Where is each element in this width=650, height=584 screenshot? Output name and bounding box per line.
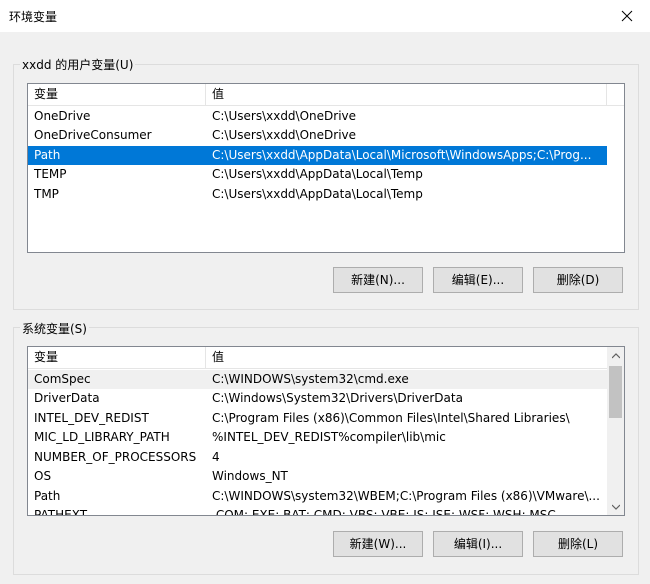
var-value: C:\Program Files (x86)\Common Files\Inte… [212, 411, 570, 425]
user-vars-list[interactable]: 变量 值 OneDrive C:\Users\xxdd\OneDrive One… [27, 83, 625, 253]
system-vars-list[interactable]: 变量 值 ComSpec C:\WINDOWS\system32\cmd.exe… [27, 346, 625, 516]
table-row-selected[interactable]: Path C:\Users\xxdd\AppData\Local\Microso… [28, 146, 607, 165]
var-value: %INTEL_DEV_REDIST%compiler\lib\mic [212, 430, 446, 444]
var-name: OneDrive [34, 109, 91, 123]
column-header-name[interactable]: 变量 [28, 347, 206, 368]
scroll-thumb[interactable] [609, 366, 622, 418]
var-name: TMP [34, 187, 59, 201]
user-vars-label: xxdd 的用户变量(U) [20, 56, 136, 73]
window-title: 环境变量 [9, 10, 58, 24]
var-value: .COM;.EXE;.BAT;.CMD;.VBS;.VBE;.JS;.JSE;.… [212, 508, 556, 516]
var-name: INTEL_DEV_REDIST [34, 411, 149, 425]
var-value: C:\Users\xxdd\AppData\Local\Temp [212, 187, 423, 201]
var-name: MIC_LD_LIBRARY_PATH [34, 430, 170, 444]
user-delete-button[interactable]: 删除(D) [533, 267, 623, 293]
var-value: C:\Windows\System32\Drivers\DriverData [212, 391, 463, 405]
chevron-down-icon [611, 504, 620, 510]
var-value: C:\WINDOWS\system32\WBEM;C:\Program File… [212, 489, 600, 503]
var-name: OS [34, 469, 52, 483]
list-header: 变量 值 [28, 84, 624, 106]
system-delete-button[interactable]: 删除(L) [533, 531, 623, 557]
table-row[interactable]: OneDriveConsumer C:\Users\xxdd\OneDrive [28, 126, 607, 145]
var-value: Windows_NT [212, 469, 288, 483]
var-name: NUMBER_OF_PROCESSORS [34, 450, 197, 464]
var-name: ComSpec [34, 372, 91, 386]
var-name: OneDriveConsumer [34, 128, 152, 142]
user-edit-button[interactable]: 编辑(E)... [433, 267, 523, 293]
table-row[interactable]: OneDrive C:\Users\xxdd\OneDrive [28, 107, 607, 126]
table-row[interactable]: OS Windows_NT [28, 467, 607, 486]
system-new-button[interactable]: 新建(W)... [333, 531, 423, 557]
table-row[interactable]: TMP C:\Users\xxdd\AppData\Local\Temp [28, 185, 607, 204]
var-name: PATHEXT [34, 508, 88, 516]
user-new-button[interactable]: 新建(N)... [333, 267, 423, 293]
system-edit-button[interactable]: 编辑(I)... [433, 531, 523, 557]
table-row[interactable]: Path C:\WINDOWS\system32\WBEM;C:\Program… [28, 487, 607, 506]
table-row[interactable]: DriverData C:\Windows\System32\Drivers\D… [28, 389, 607, 408]
scroll-down-button[interactable] [607, 498, 624, 515]
table-row[interactable]: PATHEXT .COM;.EXE;.BAT;.CMD;.VBS;.VBE;.J… [28, 506, 607, 516]
var-value: C:\Users\xxdd\AppData\Local\Temp [212, 167, 423, 181]
table-row[interactable]: MIC_LD_LIBRARY_PATH %INTEL_DEV_REDIST%co… [28, 428, 607, 447]
close-button[interactable] [604, 0, 650, 32]
var-value: 4 [212, 450, 220, 464]
var-name: Path [34, 489, 61, 503]
column-header-value[interactable]: 值 [206, 84, 607, 105]
table-row[interactable]: TEMP C:\Users\xxdd\AppData\Local\Temp [28, 165, 607, 184]
vertical-scrollbar[interactable] [607, 347, 624, 515]
column-header-name[interactable]: 变量 [28, 84, 206, 105]
list-header: 变量 值 [28, 347, 607, 369]
var-value: C:\Users\xxdd\OneDrive [212, 128, 357, 142]
close-icon [621, 10, 633, 22]
table-row[interactable]: NUMBER_OF_PROCESSORS 4 [28, 448, 607, 467]
var-name: Path [34, 148, 61, 162]
table-row[interactable]: ComSpec C:\WINDOWS\system32\cmd.exe [28, 370, 607, 389]
var-name: TEMP [34, 167, 67, 181]
column-header-value[interactable]: 值 [206, 347, 607, 368]
scroll-up-button[interactable] [607, 347, 624, 364]
title-bar: 环境变量 [0, 0, 650, 32]
var-value: C:\Users\xxdd\OneDrive [212, 109, 357, 123]
system-vars-label: 系统变量(S) [20, 320, 89, 337]
table-row[interactable]: INTEL_DEV_REDIST C:\Program Files (x86)\… [28, 409, 607, 428]
var-value: C:\Users\xxdd\AppData\Local\Microsoft\Wi… [212, 148, 592, 162]
var-name: DriverData [34, 391, 100, 405]
var-value: C:\WINDOWS\system32\cmd.exe [212, 372, 409, 386]
chevron-up-icon [611, 352, 620, 358]
